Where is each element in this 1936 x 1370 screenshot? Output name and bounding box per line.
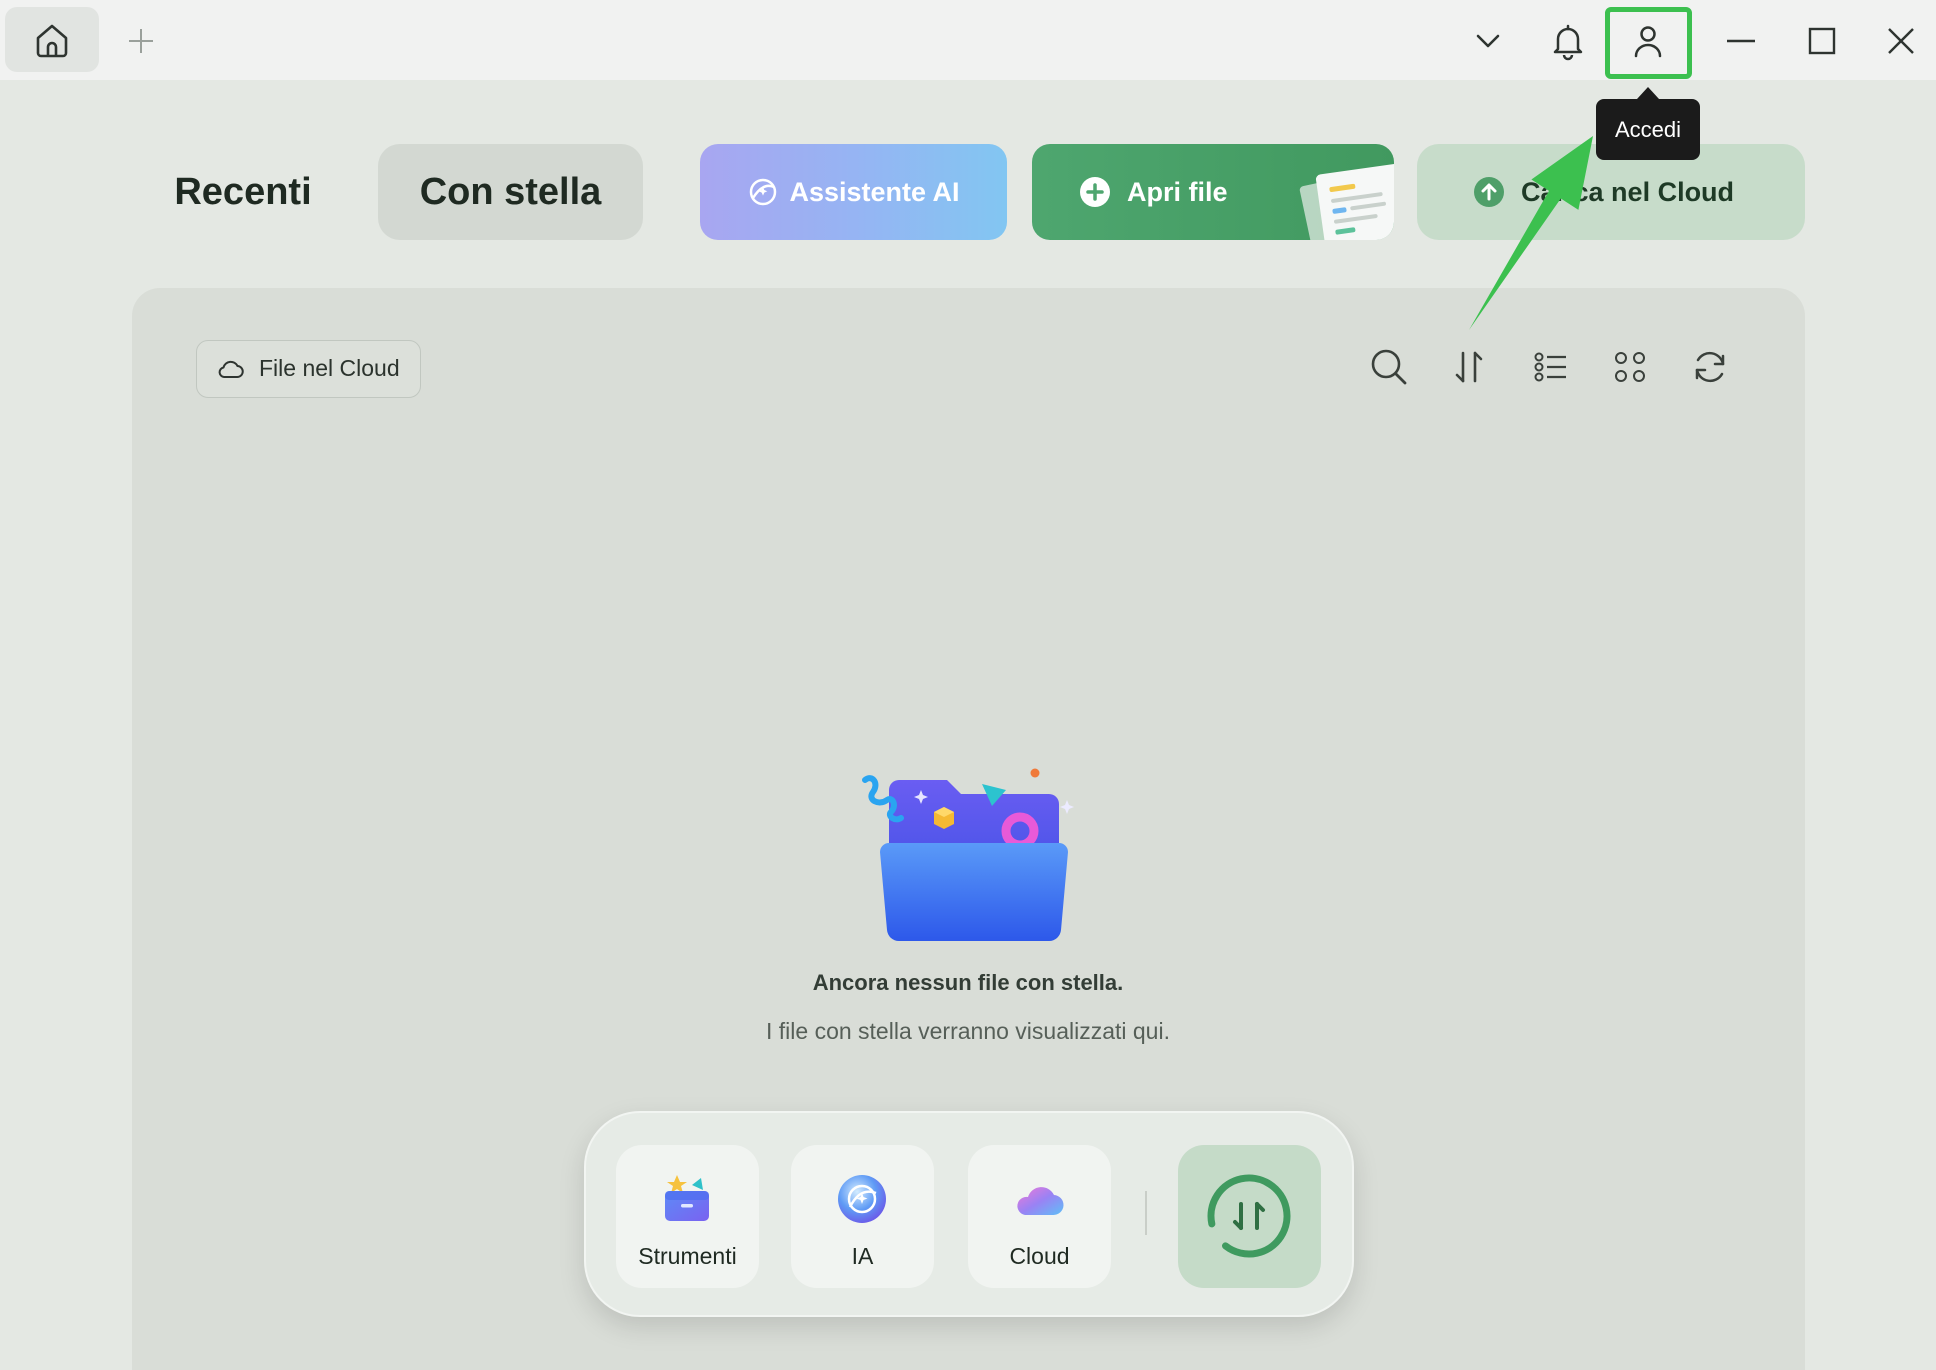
empty-state-subtitle: I file con stella verranno visualizzati … [766, 1018, 1170, 1044]
convert-icon [1207, 1174, 1291, 1258]
maximize-icon [1808, 27, 1836, 55]
tabs-dropdown-button[interactable] [1458, 11, 1518, 71]
chevron-down-icon [1476, 34, 1500, 48]
documents-illustration [1299, 163, 1394, 240]
filter-label: File nel Cloud [259, 355, 400, 381]
new-tab-button[interactable] [111, 11, 171, 71]
close-button[interactable] [1871, 11, 1931, 71]
grid-view-icon [1615, 352, 1645, 382]
refresh-icon [1695, 351, 1725, 383]
dock-item-label: Strumenti [638, 1243, 737, 1269]
maximize-button[interactable] [1792, 11, 1852, 71]
tooltip-text: Accedi [1614, 116, 1682, 142]
empty-state-title: Ancora nessun file con stella. [812, 970, 1124, 995]
open-file-label: Apri file [1127, 176, 1228, 207]
refresh-button[interactable] [1686, 343, 1734, 391]
sort-icon [1455, 351, 1483, 383]
open-file-button[interactable]: Apri file [1032, 144, 1394, 240]
grid-view-button[interactable] [1606, 343, 1654, 391]
list-view-icon [1534, 352, 1566, 382]
plus-icon [129, 29, 153, 53]
tab-label: Recenti [174, 170, 312, 213]
sort-button[interactable] [1445, 343, 1493, 391]
bell-icon [1553, 24, 1583, 61]
ai-assistant-label: Assistente AI [789, 176, 960, 207]
account-tooltip: Accedi [1596, 87, 1700, 160]
tab-label: Con stella [419, 170, 602, 213]
upload-circle-icon [1474, 177, 1504, 207]
dock-divider [1145, 1191, 1147, 1235]
search-button[interactable] [1365, 343, 1413, 391]
close-icon [1888, 28, 1914, 54]
ai-assistant-button[interactable]: Assistente AI [700, 144, 1007, 240]
dock-item-tools[interactable]: Strumenti [616, 1145, 759, 1288]
dock-item-cloud[interactable]: Cloud [968, 1145, 1111, 1288]
dock-item-ai[interactable]: IA [791, 1145, 934, 1288]
ai-assistant-icon [750, 178, 777, 206]
cloud-icon [1017, 1187, 1064, 1216]
ai-orb-icon [838, 1175, 886, 1223]
cloud-outline-icon [218, 360, 244, 378]
minimize-button[interactable] [1711, 11, 1771, 71]
plus-circle-icon [1080, 177, 1110, 207]
convert-button[interactable] [1178, 1145, 1321, 1288]
home-tab[interactable] [5, 7, 99, 72]
home-icon [36, 24, 68, 57]
tab-recent[interactable]: Recenti [160, 144, 326, 240]
list-view-button[interactable] [1526, 343, 1574, 391]
notifications-button[interactable] [1538, 11, 1598, 71]
dock-item-label: Cloud [1009, 1243, 1070, 1269]
search-icon [1371, 349, 1407, 385]
bottom-dock: Strumenti IA Cloud [584, 1111, 1354, 1317]
empty-folder-illustration [862, 768, 1074, 942]
toolbox-icon [665, 1175, 709, 1221]
minimize-icon [1727, 39, 1755, 43]
annotation-highlight-box [1605, 7, 1692, 79]
tab-starred[interactable]: Con stella [378, 144, 643, 240]
dock-item-label: IA [851, 1243, 874, 1269]
cloud-files-filter[interactable]: File nel Cloud [196, 340, 421, 398]
